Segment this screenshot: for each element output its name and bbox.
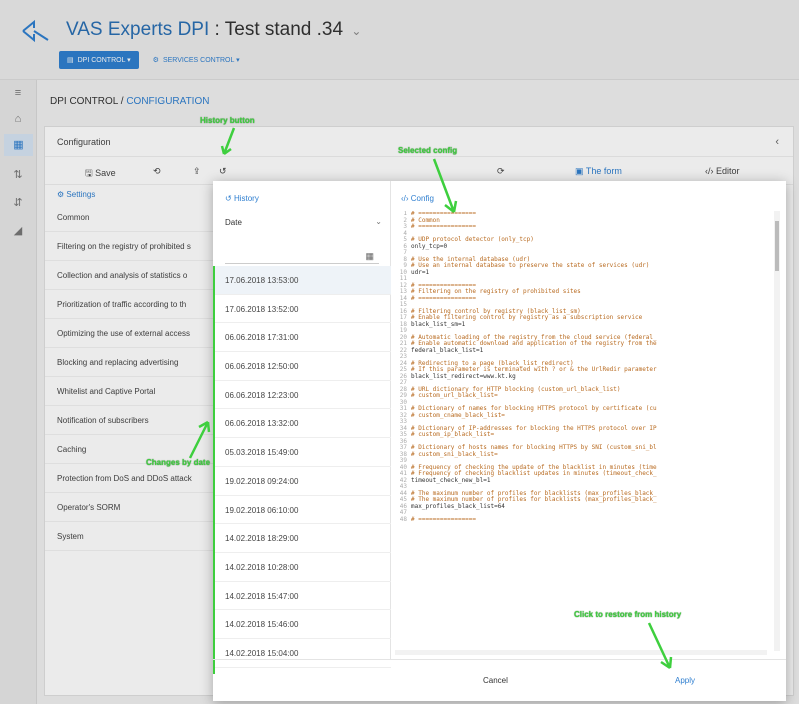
vertical-scrollbar[interactable] — [774, 211, 780, 651]
history-item[interactable]: 14.02.2018 18:29:00 — [213, 524, 391, 553]
code-text: # Use an internal database to preserve t… — [411, 262, 650, 269]
editor-title-label: Config — [410, 194, 434, 203]
history-title-label: History — [233, 194, 259, 203]
history-item[interactable]: 19.02.2018 09:24:00 — [213, 467, 391, 496]
code-text: only_tcp=0 — [411, 242, 448, 250]
code-text: black_list_sm=1 — [411, 320, 466, 328]
date-select-label[interactable]: Date — [225, 218, 242, 227]
history-item[interactable]: 06.06.2018 13:32:00 — [213, 409, 391, 439]
code-text: # custom_cname_black_list= — [411, 411, 505, 419]
code-text: # ================ — [411, 515, 477, 523]
history-title: ↺ History — [225, 194, 259, 203]
calendar-icon[interactable]: ▦ — [365, 251, 374, 262]
history-item[interactable]: 17.06.2018 13:53:00 — [213, 266, 391, 295]
editor-pane: ‹/› Config 1 # ================ 2 # Common 3… — [391, 181, 786, 659]
code-text: max_profiles_black_list=64 — [411, 502, 505, 510]
annotation-arrow-icon — [647, 622, 673, 670]
code-text: black_list_redirect=www.kt.kg — [411, 372, 516, 380]
history-item[interactable]: 06.06.2018 12:23:00 — [213, 381, 391, 410]
history-modal: ↺ History Date ⌄ ▦ 17.06.2018 13:53:00 1… — [213, 181, 786, 701]
history-item[interactable]: 06.06.2018 12:50:00 — [213, 352, 391, 381]
code-text: # ================ — [411, 294, 477, 302]
history-item[interactable]: 14.02.2018 10:28:00 — [213, 553, 391, 582]
config-code-editor[interactable]: 1 # ================ 2 # Common 3 # =========… — [395, 211, 767, 651]
code-line: 48 # ================ — [395, 515, 767, 524]
history-pane: ↺ History Date ⌄ ▦ 17.06.2018 13:53:00 1… — [213, 181, 391, 674]
annotation-history-button: History button — [200, 116, 255, 125]
code-text: federal_black_list=1 — [411, 346, 484, 354]
date-input-underline — [225, 263, 379, 264]
editor-title: ‹/› Config — [401, 194, 434, 203]
modal-footer: Cancel Apply — [213, 659, 786, 701]
history-item[interactable]: 06.06.2018 17:31:00 — [213, 323, 391, 353]
code-text: udr=1 — [411, 268, 430, 276]
chevron-down-icon[interactable]: ⌄ — [375, 217, 382, 226]
history-list: 17.06.2018 13:53:00 17.06.2018 13:52:00 … — [213, 266, 391, 668]
code-text: # custom_sni_black_list= — [411, 450, 498, 458]
apply-button[interactable]: Apply — [675, 676, 695, 685]
annotation-bracket — [213, 266, 215, 674]
code-text: # ================ — [411, 223, 477, 230]
history-item[interactable]: 14.02.2018 15:47:00 — [213, 582, 391, 611]
history-item[interactable]: 19.02.2018 06:10:00 — [213, 496, 391, 525]
line-number: 48 — [399, 515, 407, 523]
cancel-button[interactable]: Cancel — [483, 676, 508, 685]
code-icon: ‹/› — [401, 194, 411, 203]
scrollbar-thumb[interactable] — [775, 221, 779, 271]
code-text: # custom_ip_black_list= — [411, 431, 495, 438]
history-item[interactable]: 05.03.2018 15:49:00 — [213, 438, 391, 467]
annotation-selected-config: Selected config — [398, 146, 458, 155]
annotation-click-to-restore: Click to restore from history — [574, 610, 682, 619]
code-text: timeout_check_new_bl=1 — [411, 476, 491, 484]
code-text: # custom_url_black_list= — [411, 392, 498, 399]
horizontal-scrollbar[interactable] — [395, 650, 767, 655]
history-item[interactable]: 17.06.2018 13:52:00 — [213, 295, 391, 324]
annotation-arrow-icon — [432, 158, 458, 213]
history-item[interactable]: 14.02.2018 15:46:00 — [213, 610, 391, 639]
history-icon: ↺ — [225, 194, 234, 203]
annotation-arrow-icon — [220, 127, 236, 156]
annotation-arrow-icon — [188, 420, 211, 459]
